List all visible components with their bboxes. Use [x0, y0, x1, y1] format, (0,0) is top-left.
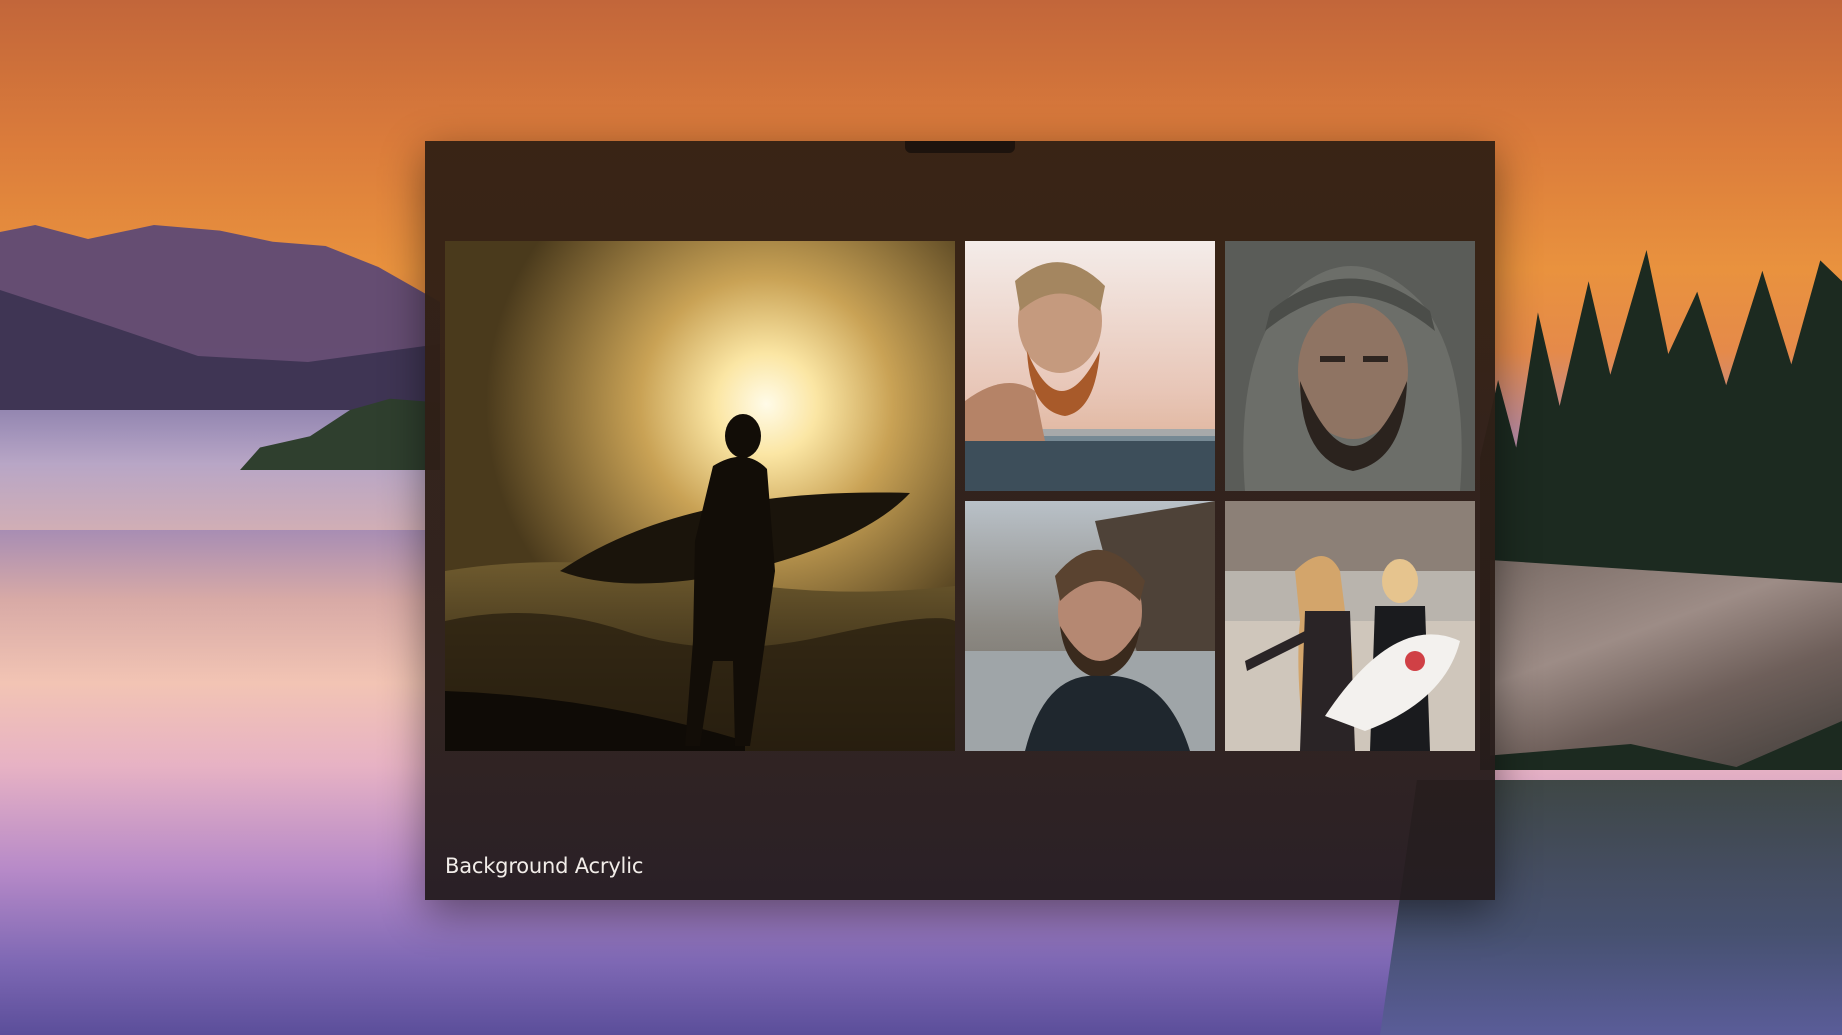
title-bar-handle[interactable]	[905, 141, 1015, 153]
bearded-man-beach-image	[965, 501, 1215, 751]
bearded-man-water-image	[965, 241, 1215, 491]
photo-bearded-man-beach[interactable]	[965, 501, 1215, 751]
photo-surfer-silhouette[interactable]	[445, 241, 955, 751]
bearded-man-hood-image	[1225, 241, 1475, 491]
title-bar[interactable]	[425, 141, 1495, 179]
surfers-beach-image	[1225, 501, 1475, 751]
acrylic-window[interactable]: Background Acrylic	[425, 141, 1495, 900]
window-caption: Background Acrylic	[445, 854, 644, 878]
surfer-silhouette-image	[445, 241, 955, 751]
photo-surfers-beach[interactable]	[1225, 501, 1475, 751]
photo-bearded-man-hood[interactable]	[1225, 241, 1475, 491]
photo-bearded-man-water[interactable]	[965, 241, 1215, 491]
